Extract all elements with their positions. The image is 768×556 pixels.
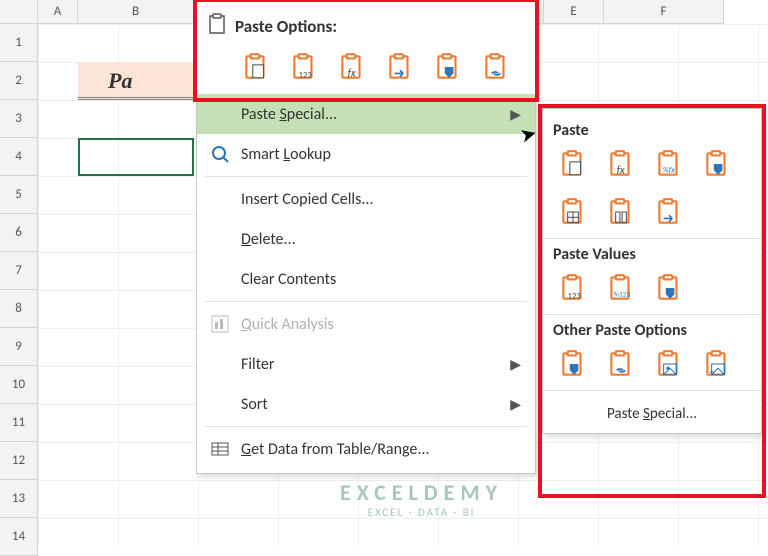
cell-B4-selected[interactable] [78,138,194,176]
clipboard-icon [207,13,227,40]
menu-separator [205,176,527,177]
row-header[interactable]: 1 [0,24,38,62]
row-header[interactable]: 7 [0,252,38,290]
col-header-F[interactable]: F [604,0,724,24]
row-header[interactable]: 14 [0,518,38,556]
paste-transpose-icon[interactable] [381,48,419,86]
menu-separator [205,301,527,302]
paste-transpose-icon[interactable] [649,192,689,232]
picture-icon[interactable] [649,344,689,384]
row-headers: 1 2 3 4 5 6 7 8 9 10 11 12 13 14 [0,24,38,556]
submenu-values-title: Paste Values [553,245,751,264]
paste-formatting-icon[interactable] [429,48,467,86]
row-header[interactable]: 4 [0,138,38,176]
submenu-other-title: Other Paste Options [553,321,751,340]
row-header[interactable]: 8 [0,290,38,328]
submenu-paste-icons: fx %fx [553,144,751,232]
chevron-right-icon: ▶ [510,356,521,373]
menu-get_data[interactable]: Get Data from Table/Range... [197,429,535,469]
svg-text:%123: %123 [614,291,631,300]
svg-text:123: 123 [299,71,313,81]
paste-icon[interactable] [237,48,275,86]
values-brush-icon[interactable] [649,268,689,308]
insert_copied-label: Insert Copied Cells... [241,190,373,209]
paste-fx-icon[interactable]: fx [601,144,641,184]
paste-borders-icon[interactable] [553,192,593,232]
svg-text:123: 123 [568,292,582,302]
paste-icon[interactable] [553,144,593,184]
row-header[interactable]: 3 [0,100,38,138]
col-header-B[interactable]: B [78,0,194,24]
quick_analysis-icon [207,314,233,334]
paste-colwidth-icon[interactable] [601,192,641,232]
select-all-corner[interactable] [0,0,38,24]
paste-options-header: Paste Options: [197,5,535,44]
row-header[interactable]: 6 [0,214,38,252]
row-header[interactable]: 10 [0,366,38,404]
submenu-separator [543,314,761,315]
paste_special-label: Paste Special... [241,105,337,124]
values-pct123-icon[interactable]: %123 [601,268,641,308]
row-header[interactable]: 5 [0,176,38,214]
menu-quick_analysis: Quick Analysis [197,304,535,344]
get_data-label: Get Data from Table/Range... [241,440,429,459]
menu-insert_copied[interactable]: Insert Copied Cells... [197,179,535,219]
submenu-values-icons: 123 %123 [553,268,751,308]
col-header-A[interactable]: A [38,0,78,24]
menu-delete[interactable]: Delete... [197,219,535,259]
cell-B2[interactable]: Pa [78,62,194,100]
row-header[interactable]: 9 [0,328,38,366]
paste-options-icons: 123 fx [197,44,535,94]
paste-brush-icon[interactable] [697,144,737,184]
menu-clear[interactable]: Clear Contents [197,259,535,299]
sort-label: Sort [241,395,268,414]
context-menu: Paste Options: 123 fx Paste Special... ▶… [196,0,536,474]
submenu-paste-special-link[interactable]: Paste Special... [553,395,751,433]
paste-formulas-fx-icon[interactable]: fx [333,48,371,86]
link-icon[interactable] [601,344,641,384]
submenu-separator [543,238,761,239]
linked-picture-icon[interactable] [697,344,737,384]
smart_lookup-icon [207,144,233,164]
paste-special-submenu: Paste fx %fx Paste Values 123 %123 [542,108,762,434]
menu-filter[interactable]: Filter ▶ [197,344,535,384]
filter-label: Filter [241,355,274,374]
paste-values-123-icon[interactable]: 123 [285,48,323,86]
menu-separator [205,426,527,427]
submenu-separator [543,390,761,391]
values-123-icon[interactable]: 123 [553,268,593,308]
paste-pctfx-icon[interactable]: %fx [649,144,689,184]
formatting-icon[interactable] [553,344,593,384]
smart_lookup-label: Smart Lookup [241,145,331,164]
row-header[interactable]: 2 [0,62,38,100]
clear-label: Clear Contents [241,270,336,289]
menu-smart_lookup[interactable]: Smart Lookup [197,134,535,174]
delete-label: Delete... [241,230,296,249]
get_data-icon [207,439,233,459]
col-header-E[interactable]: E [544,0,604,24]
chevron-right-icon: ▶ [510,396,521,413]
svg-text:fx: fx [617,164,625,177]
svg-text:%fx: %fx [663,166,676,176]
row-header[interactable]: 11 [0,404,38,442]
menu-paste_special[interactable]: Paste Special... ▶ [197,94,535,134]
row-header[interactable]: 13 [0,480,38,518]
svg-text:fx: fx [348,67,356,80]
chevron-right-icon: ▶ [510,106,521,123]
paste-link-icon[interactable] [477,48,515,86]
quick_analysis-label: Quick Analysis [241,315,334,334]
paste-options-label: Paste Options: [235,16,337,37]
row-header[interactable]: 12 [0,442,38,480]
menu-sort[interactable]: Sort ▶ [197,384,535,424]
submenu-paste-title: Paste [553,121,751,140]
submenu-other-icons [553,344,751,384]
